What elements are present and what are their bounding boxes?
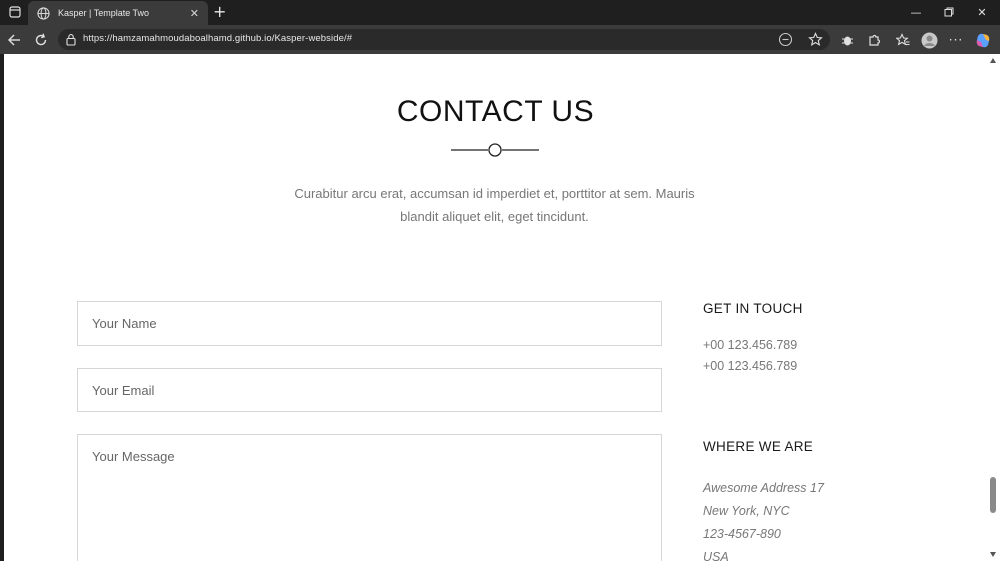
name-field[interactable] — [77, 301, 662, 346]
page-viewport: CONTACT US Curabitur arcu erat, accumsan… — [4, 54, 987, 561]
phone-number: +00 123.456.789 — [703, 359, 798, 373]
section-intro: Curabitur arcu erat, accumsan id imperdi… — [284, 182, 705, 228]
tab-bar: Kasper | Template Two ✕ + — ✕ — [0, 0, 1000, 25]
back-arrow-icon[interactable] — [4, 30, 24, 50]
favorites-icon[interactable] — [893, 30, 913, 50]
more-icon[interactable]: ··· — [946, 30, 966, 50]
address-bar[interactable]: https://hamzamahmoudaboalhamd.github.io/… — [58, 29, 830, 50]
email-field[interactable] — [77, 368, 662, 412]
section-divider — [451, 143, 539, 157]
tab-title: Kasper | Template Two — [58, 8, 150, 18]
page-title: CONTACT US — [396, 95, 595, 128]
address-line: 123-4567-890 — [703, 527, 781, 541]
minimize-icon[interactable]: — — [901, 2, 931, 22]
browser-toolbar: https://hamzamahmoudaboalhamd.github.io/… — [0, 25, 1000, 54]
intro-line: Curabitur arcu erat, accumsan id imperdi… — [294, 186, 695, 201]
page-scrollbar[interactable] — [987, 54, 1000, 561]
intro-line: blandit aliquet elit, eget tincidunt. — [400, 209, 589, 224]
address-line: Awesome Address 17 — [703, 481, 824, 495]
new-tab-icon[interactable]: + — [213, 2, 226, 21]
scroll-down-icon[interactable] — [990, 552, 996, 557]
browser-tab[interactable]: Kasper | Template Two ✕ — [28, 1, 208, 25]
scrollbar-thumb[interactable] — [990, 477, 996, 513]
phone-number: +00 123.456.789 — [703, 338, 798, 352]
scroll-up-icon[interactable] — [990, 58, 996, 63]
refresh-icon[interactable] — [31, 30, 51, 50]
globe-icon — [37, 6, 50, 20]
lock-icon — [66, 34, 76, 46]
close-tab-icon[interactable]: ✕ — [190, 7, 199, 20]
bug-extension-icon[interactable] — [837, 30, 857, 50]
address-line: USA — [703, 550, 729, 561]
where-we-are-heading: WHERE WE ARE — [703, 439, 814, 454]
read-aloud-icon[interactable] — [778, 32, 793, 47]
message-field[interactable] — [77, 434, 662, 561]
get-in-touch-heading: GET IN TOUCH — [703, 301, 803, 316]
tab-actions-icon[interactable] — [6, 3, 24, 21]
close-window-icon[interactable]: ✕ — [967, 2, 997, 22]
profile-icon[interactable] — [919, 30, 939, 50]
restore-icon[interactable] — [934, 2, 964, 22]
address-line: New York, NYC — [703, 504, 790, 518]
star-icon[interactable] — [808, 32, 823, 47]
puzzle-icon[interactable] — [864, 30, 884, 50]
url-text[interactable]: https://hamzamahmoudaboalhamd.github.io/… — [83, 33, 352, 44]
copilot-icon[interactable] — [973, 30, 993, 50]
